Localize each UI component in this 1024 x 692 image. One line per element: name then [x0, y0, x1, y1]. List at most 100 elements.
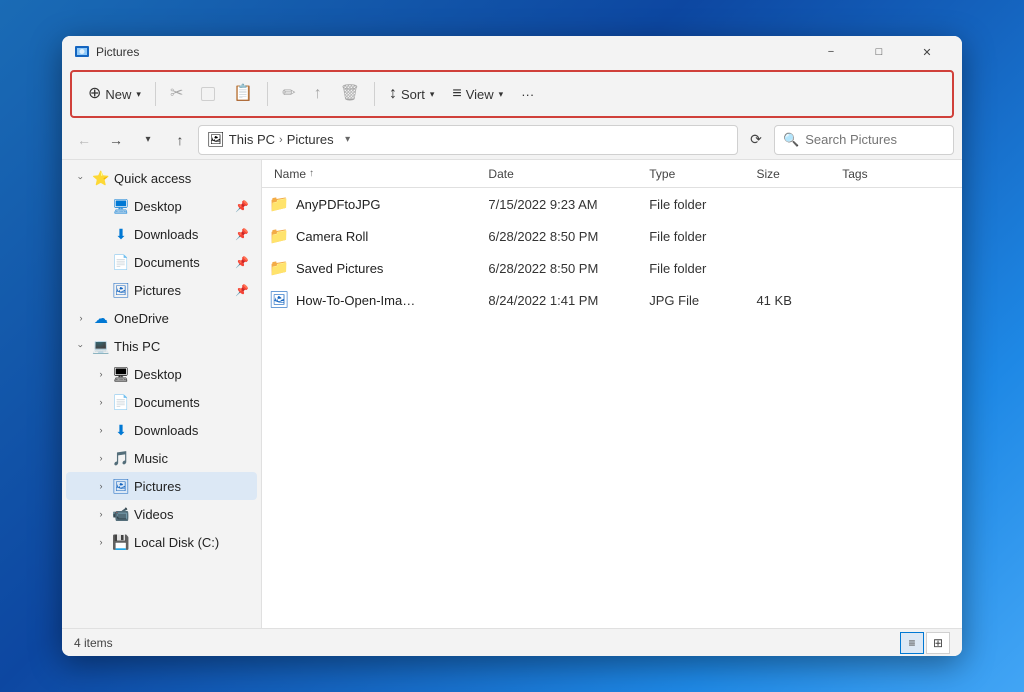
table-row[interactable]: 📁 Saved Pictures 6/28/2022 8:50 PM File … — [262, 252, 962, 284]
onedrive-label: OneDrive — [114, 311, 249, 326]
forward-button[interactable]: → — [102, 126, 130, 154]
search-input[interactable] — [805, 132, 945, 147]
local-disk-chevron-icon: › — [94, 537, 108, 547]
sidebar-item-pictures2[interactable]: › 🖼 Pictures — [66, 472, 257, 500]
close-button[interactable]: ✕ — [904, 37, 950, 67]
sidebar-section-onedrive[interactable]: › ☁ OneDrive — [66, 304, 257, 332]
table-row[interactable]: 🖼 How-To-Open-Ima… 8/24/2022 1:41 PM JPG… — [262, 284, 962, 316]
new-label: New — [105, 87, 131, 102]
sidebar-item-downloads[interactable]: ⬇ Downloads 📌 — [66, 220, 257, 248]
paste-button[interactable]: 📋 — [225, 76, 261, 112]
downloads2-chevron-icon: › — [94, 425, 108, 435]
dropdown-button[interactable]: ▾ — [134, 126, 162, 154]
file-name-cameraroll: 📁 Camera Roll — [270, 227, 484, 245]
column-header-tags[interactable]: Tags — [838, 160, 924, 187]
file-type-cameraroll: File folder — [645, 229, 752, 244]
desktop2-chevron-icon: › — [94, 369, 108, 379]
share-button[interactable]: ↑ — [306, 76, 330, 112]
file-date-howtoopen: 8/24/2022 1:41 PM — [484, 293, 645, 308]
pictures-qa-icon: 🖼 — [112, 281, 130, 299]
view-details-button[interactable]: ≡ — [900, 632, 924, 654]
column-header-type[interactable]: Type — [645, 160, 752, 187]
view-tiles-button[interactable]: ⊞ — [926, 632, 950, 654]
folder-icon-anypdf: 📁 — [270, 195, 288, 213]
desktop-label: Desktop — [134, 199, 231, 214]
desktop2-icon: 🖥 — [112, 365, 130, 383]
share-icon: ↑ — [314, 86, 322, 102]
pictures-qa-label: Pictures — [134, 283, 231, 298]
column-header-name[interactable]: Name ↑ — [270, 160, 484, 187]
path-dropdown-button[interactable]: ▾ — [338, 130, 358, 150]
new-icon: ⊕ — [88, 86, 101, 102]
desktop-pin-icon: 📌 — [235, 200, 249, 213]
paste-icon: 📋 — [233, 86, 253, 102]
music-label: Music — [134, 451, 249, 466]
this-pc-label: This PC — [114, 339, 249, 354]
more-label: ··· — [521, 87, 534, 102]
sidebar-item-desktop[interactable]: 🖥 Desktop 📌 — [66, 192, 257, 220]
sort-button[interactable]: ↕ Sort ▾ — [381, 76, 442, 112]
path-pictures-icon: 🖼 — [207, 131, 225, 148]
column-header-date[interactable]: Date — [484, 160, 645, 187]
column-header-size[interactable]: Size — [752, 160, 838, 187]
up-button[interactable]: ↑ — [166, 126, 194, 154]
delete-button[interactable]: 🗑 — [332, 76, 368, 112]
sidebar-item-pictures-qa[interactable]: 🖼 Pictures 📌 — [66, 276, 257, 304]
sidebar-section-quick-access[interactable]: › ⭐ Quick access — [66, 164, 257, 192]
view-chevron-icon: ▾ — [499, 89, 504, 100]
address-path[interactable]: 🖼 This PC › Pictures ▾ — [198, 125, 738, 155]
copy-button[interactable] — [193, 76, 223, 112]
rename-button[interactable]: ✏ — [274, 76, 303, 112]
file-date-savedpictures: 6/28/2022 8:50 PM — [484, 261, 645, 276]
separator-3 — [374, 82, 375, 106]
documents2-label: Documents — [134, 395, 249, 410]
jpg-icon-howtoopen: 🖼 — [270, 291, 288, 309]
view-label: View — [466, 87, 494, 102]
sidebar-item-videos[interactable]: › 📹 Videos — [66, 500, 257, 528]
refresh-button[interactable]: ⟳ — [742, 126, 770, 154]
documents2-chevron-icon: › — [94, 397, 108, 407]
sidebar-item-documents[interactable]: 📄 Documents 📌 — [66, 248, 257, 276]
path-part-2: Pictures — [287, 132, 334, 147]
table-row[interactable]: 📁 Camera Roll 6/28/2022 8:50 PM File fol… — [262, 220, 962, 252]
back-icon: ← — [77, 132, 91, 148]
window-icon — [74, 44, 90, 60]
desktop2-label: Desktop — [134, 367, 249, 382]
sidebar-item-local-disk[interactable]: › 💾 Local Disk (C:) — [66, 528, 257, 556]
sidebar-item-documents2[interactable]: › 📄 Documents — [66, 388, 257, 416]
dropdown-icon: ▾ — [145, 134, 150, 145]
cut-button[interactable]: ✂ — [162, 76, 191, 112]
refresh-icon: ⟳ — [750, 131, 762, 148]
view-tiles-icon: ⊞ — [933, 636, 943, 650]
toolbar: ⊕ New ▾ ✂ 📋 ✏ ↑ 🗑 — [70, 70, 954, 118]
file-type-anypdf: File folder — [645, 197, 752, 212]
sidebar-item-music[interactable]: › 🎵 Music — [66, 444, 257, 472]
videos-icon: 📹 — [112, 505, 130, 523]
table-row[interactable]: 📁 AnyPDFtoJPG 7/15/2022 9:23 AM File fol… — [262, 188, 962, 220]
downloads2-label: Downloads — [134, 423, 249, 438]
videos-label: Videos — [134, 507, 249, 522]
sidebar-section-this-pc[interactable]: › 💻 This PC — [66, 332, 257, 360]
back-button[interactable]: ← — [70, 126, 98, 154]
view-button[interactable]: ≡ View ▾ — [444, 76, 511, 112]
quick-access-icon: ⭐ — [92, 169, 110, 187]
address-bar: ← → ▾ ↑ 🖼 This PC › Pictures ▾ ⟳ 🔍 — [62, 120, 962, 160]
separator-2 — [267, 82, 268, 106]
file-name-savedpictures: 📁 Saved Pictures — [270, 259, 484, 277]
column-header-extra — [924, 160, 954, 187]
desktop-icon: 🖥 — [112, 197, 130, 215]
sidebar-item-desktop2[interactable]: › 🖥 Desktop — [66, 360, 257, 388]
minimize-button[interactable]: − — [808, 37, 854, 67]
sort-icon: ↕ — [389, 86, 397, 102]
new-button[interactable]: ⊕ New ▾ — [80, 76, 149, 112]
pictures2-chevron-icon: › — [94, 481, 108, 491]
pictures-qa-pin-icon: 📌 — [235, 284, 249, 297]
maximize-button[interactable]: □ — [856, 37, 902, 67]
path-part-1: This PC — [229, 132, 275, 147]
file-table-header: Name ↑ Date Type Size Tags — [262, 160, 962, 188]
search-box[interactable]: 🔍 — [774, 125, 954, 155]
file-area: Name ↑ Date Type Size Tags — [262, 160, 962, 628]
file-date-anypdf: 7/15/2022 9:23 AM — [484, 197, 645, 212]
more-button[interactable]: ··· — [513, 76, 542, 112]
sidebar-item-downloads2[interactable]: › ⬇ Downloads — [66, 416, 257, 444]
